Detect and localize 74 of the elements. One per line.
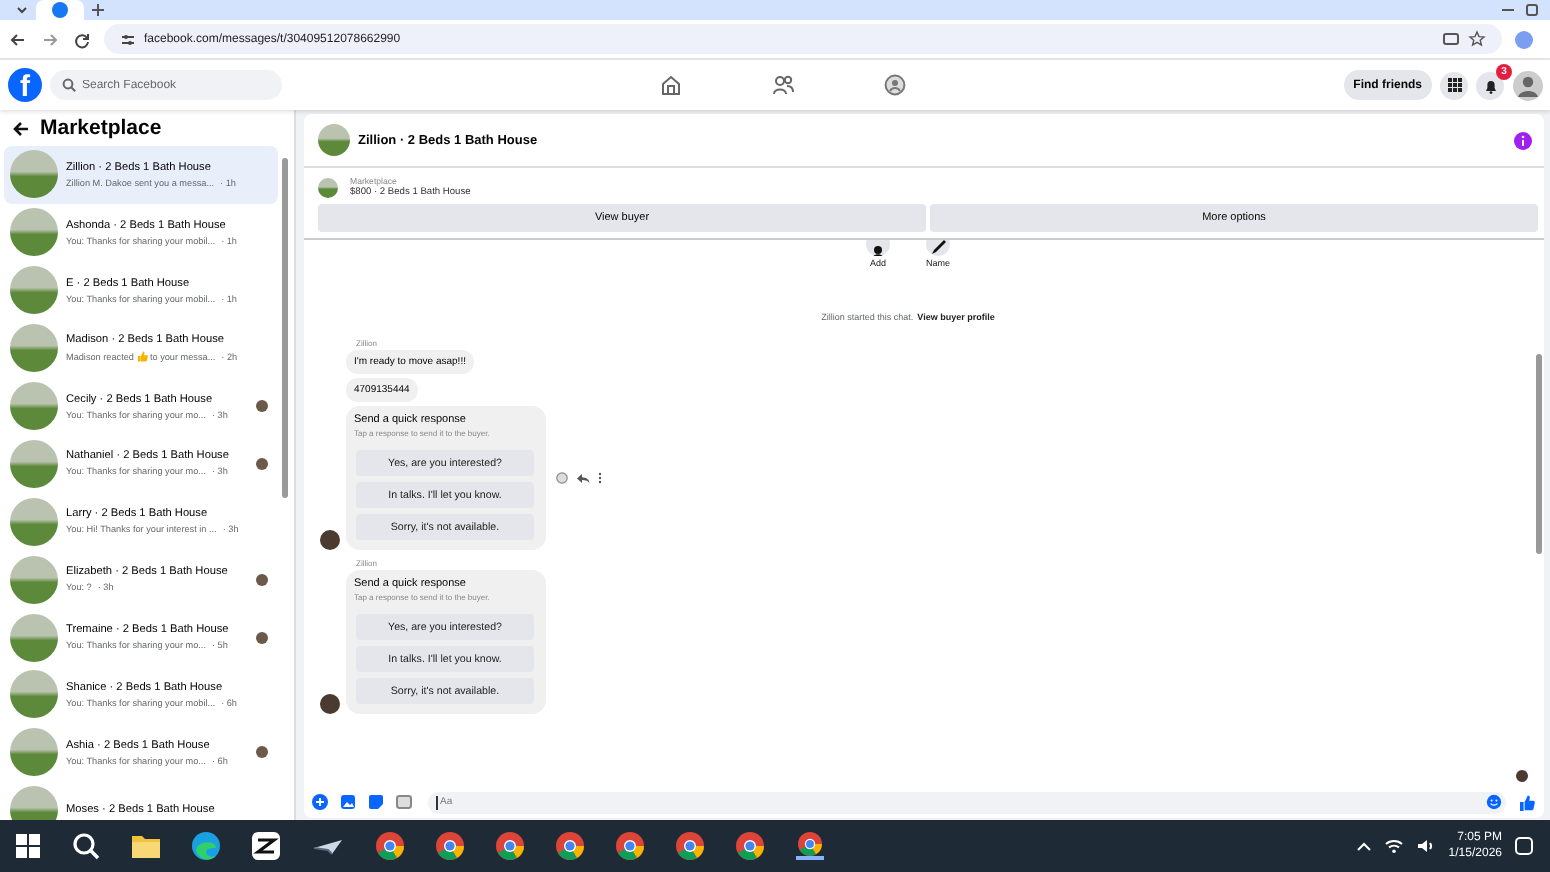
sticker-icon[interactable] (368, 794, 384, 810)
listing-photo (10, 266, 58, 315)
listing-photo (10, 497, 58, 546)
person-icon[interactable] (865, 240, 890, 256)
notification-icon[interactable] (1514, 836, 1534, 856)
forward-icon[interactable] (40, 29, 60, 49)
listing-photo (10, 439, 58, 488)
folder-icon[interactable] (132, 834, 160, 858)
groups-icon[interactable] (884, 74, 906, 96)
chrome-browser-icon[interactable] (676, 832, 704, 860)
facebook-logo[interactable]: f (8, 68, 42, 102)
listing-photo (318, 124, 350, 156)
chrome-browser-icon[interactable] (616, 832, 644, 860)
browser-tab[interactable] (36, 0, 84, 20)
sidebar-title: Marketplace (40, 116, 162, 140)
image-icon[interactable] (340, 794, 356, 810)
read-receipt-avatar (256, 746, 268, 759)
smiley-icon[interactable] (556, 472, 568, 484)
plus-icon[interactable] (88, 0, 108, 20)
friends-icon[interactable] (772, 74, 794, 96)
chrome-browser-icon[interactable] (796, 832, 824, 860)
windows-start-icon[interactable] (16, 834, 40, 858)
read-receipt-avatar (1516, 770, 1528, 782)
thumbs-up-icon (135, 350, 148, 363)
site-settings-icon[interactable] (120, 31, 136, 47)
speaker-icon[interactable] (1416, 838, 1437, 854)
listing-photo (10, 613, 58, 662)
edge-browser-icon[interactable] (192, 832, 220, 860)
plus-circle-icon[interactable] (312, 794, 328, 810)
listing-photo (10, 786, 58, 820)
pencil-icon[interactable] (925, 240, 950, 256)
chrome-browser-icon[interactable] (496, 832, 524, 860)
info-icon[interactable] (1514, 131, 1532, 149)
menu-button[interactable] (1440, 71, 1468, 99)
reply-icon[interactable] (576, 472, 590, 484)
reload-icon[interactable] (72, 29, 92, 49)
back-arrow-icon[interactable] (12, 119, 30, 137)
listing-photo (10, 382, 58, 430)
grid-icon (1447, 78, 1461, 92)
read-receipt-avatar (256, 631, 268, 644)
restore-icon[interactable] (1522, 0, 1542, 20)
listing-photo (10, 670, 58, 719)
listing-photo (10, 728, 58, 777)
scrollbar[interactable] (1536, 354, 1542, 554)
sender-avatar (320, 530, 340, 550)
profile-icon[interactable] (1514, 29, 1534, 49)
cast-icon[interactable] (1442, 31, 1460, 47)
star-icon[interactable] (1468, 30, 1486, 48)
listing-photo (318, 177, 338, 197)
wifi-icon[interactable] (1384, 838, 1405, 854)
sender-avatar (320, 694, 340, 714)
chrome-browser-icon[interactable] (376, 832, 404, 860)
chrome-browser-icon[interactable] (436, 832, 464, 860)
bell-icon (1483, 77, 1497, 93)
chevron-up-icon[interactable] (1356, 840, 1373, 852)
home-icon[interactable] (660, 74, 682, 96)
chrome-browser-icon[interactable] (556, 832, 584, 860)
listing-photo (10, 208, 58, 257)
listing-photo (10, 555, 58, 604)
search-icon[interactable] (72, 832, 100, 860)
thumbs-up-icon[interactable] (1518, 793, 1536, 811)
listing-photo (10, 324, 58, 373)
back-icon[interactable] (8, 29, 28, 49)
app-icon[interactable] (252, 832, 280, 860)
emoji-icon[interactable] (1486, 794, 1502, 810)
read-receipt-avatar (256, 457, 268, 470)
avatar-icon[interactable] (1512, 69, 1544, 101)
chrome-browser-icon[interactable] (736, 832, 764, 860)
listing-photo (10, 150, 58, 199)
search-icon (62, 78, 76, 92)
read-receipt-avatar (256, 400, 268, 412)
airplane-icon[interactable] (312, 834, 344, 858)
read-receipt-avatar (256, 573, 268, 586)
scrollbar[interactable] (282, 158, 288, 498)
